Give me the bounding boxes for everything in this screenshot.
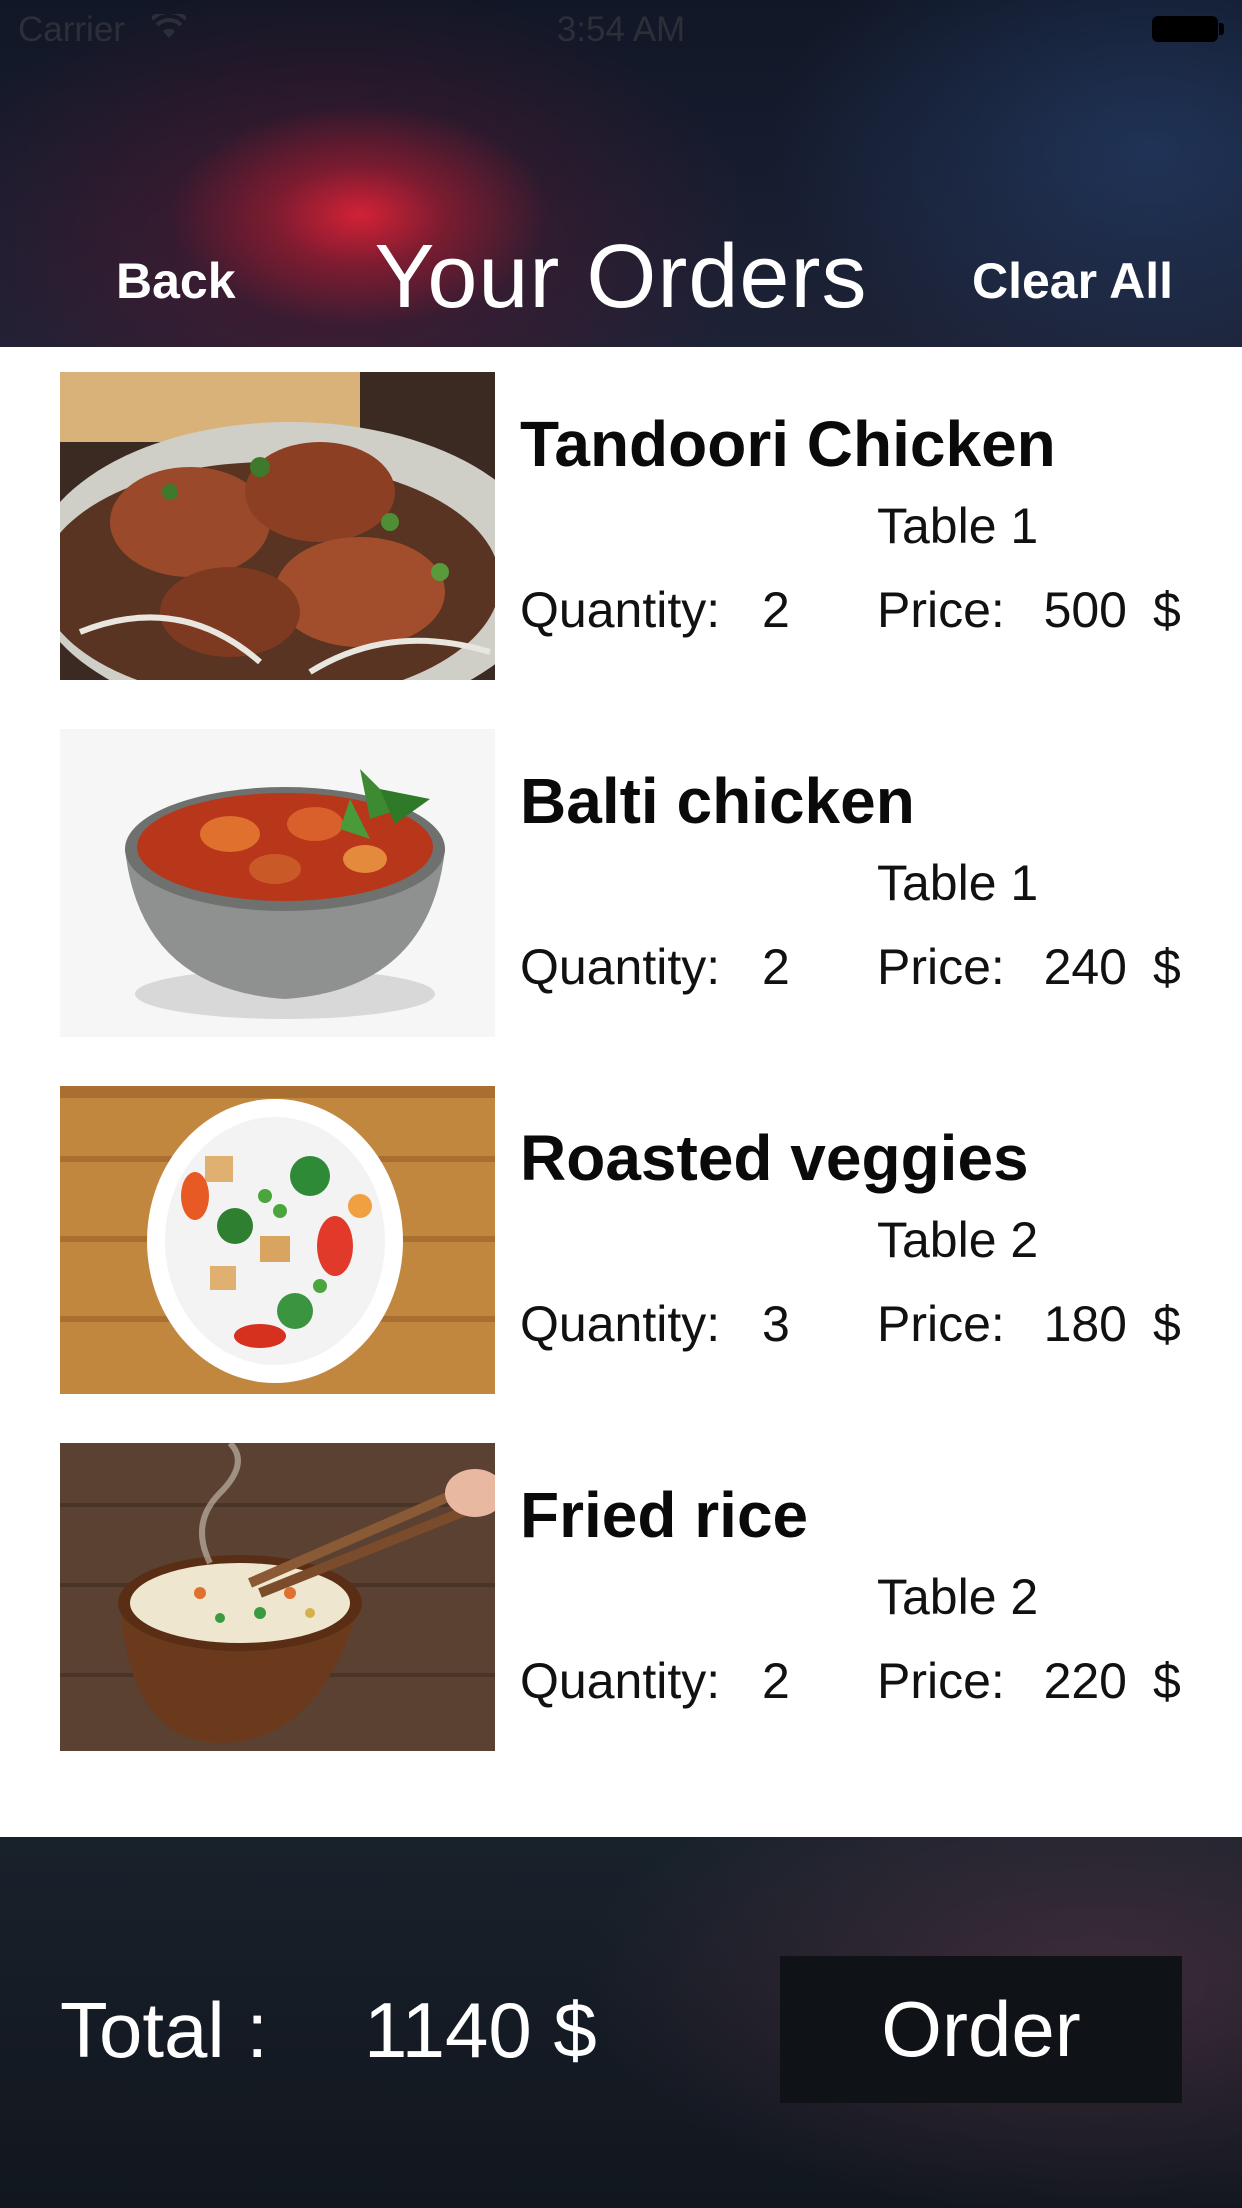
status-bar: Carrier 3:54 AM [0,0,1242,60]
order-item[interactable]: Balti chicken Table 1 Quantity: 2 Price:… [0,704,1242,1037]
item-table: Table 1 [877,855,1039,911]
order-button[interactable]: Order [780,1956,1182,2103]
price-currency: $ [1153,582,1181,638]
total-value: 1140 $ [364,1986,597,2074]
tandoori-chicken-image [60,372,495,680]
item-table: Table 2 [877,1569,1039,1625]
quantity-value: 2 [762,939,790,995]
order-list: Tandoori Chicken Table 1 Quantity: 2 Pri… [0,347,1242,1837]
clear-all-button[interactable]: Clear All [972,252,1173,310]
quantity-value: 2 [762,582,790,638]
quantity-value: 2 [762,1653,790,1709]
price-value: 500 [1043,582,1127,638]
item-name: Tandoori Chicken [520,408,1056,480]
header: Carrier 3:54 AM Back Your Orders Clear A… [0,0,1242,347]
status-time: 3:54 AM [556,10,686,49]
item-name: Balti chicken [520,765,915,837]
price-currency: $ [1153,1653,1181,1709]
quantity-value: 3 [762,1296,790,1352]
order-item[interactable]: Fried rice Table 2 Quantity: 2 Price: 22… [0,1418,1242,1751]
quantity-label: Quantity: [520,582,721,638]
item-name: Fried rice [520,1479,809,1551]
price-label: Price: [877,939,1005,995]
item-name: Roasted veggies [520,1122,1029,1194]
price-value: 220 [1043,1653,1127,1709]
price-label: Price: [877,1296,1005,1352]
price-value: 240 [1043,939,1127,995]
order-item[interactable]: Tandoori Chicken Table 1 Quantity: 2 Pri… [0,347,1242,680]
price-value: 180 [1043,1296,1127,1352]
item-table: Table 2 [877,1212,1039,1268]
battery-tip-icon [1219,23,1224,35]
quantity-label: Quantity: [520,1653,721,1709]
price-label: Price: [877,1653,1005,1709]
fried-rice-image [60,1443,495,1751]
balti-chicken-image [60,729,495,1037]
item-table: Table 1 [877,498,1039,554]
price-currency: $ [1153,1296,1181,1352]
price-currency: $ [1153,939,1181,995]
roasted-veggies-image [60,1086,495,1394]
quantity-label: Quantity: [520,939,721,995]
total-label: Total : [60,1986,269,2074]
footer: Total : 1140 $ Order [0,1837,1242,2208]
order-item[interactable]: Roasted veggies Table 2 Quantity: 3 Pric… [0,1061,1242,1394]
quantity-label: Quantity: [520,1296,721,1352]
price-label: Price: [877,582,1005,638]
battery-icon [1152,16,1218,42]
